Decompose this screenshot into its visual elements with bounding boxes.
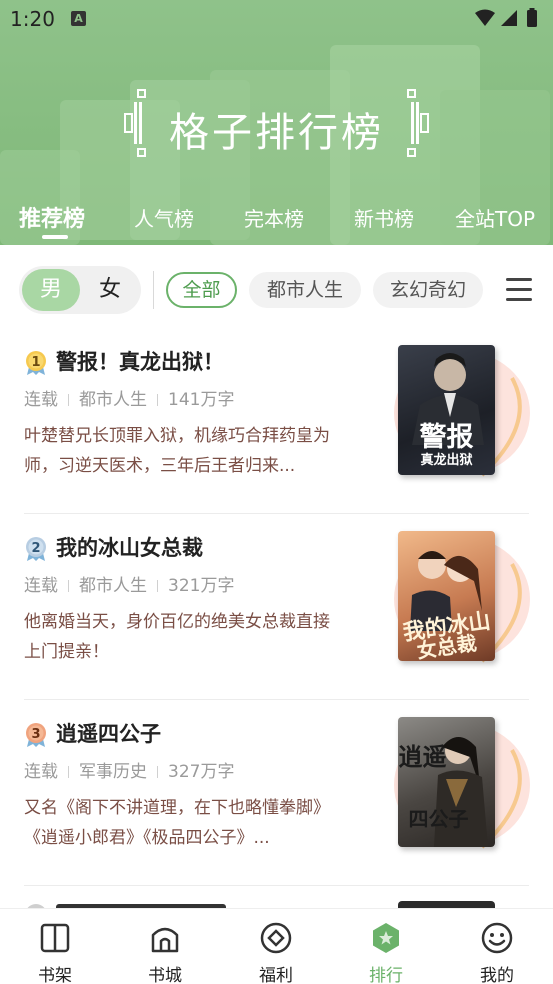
book-word-count: 321万字 (168, 576, 235, 596)
bookstore-icon (151, 927, 179, 953)
book-category: 都市人生 (79, 576, 147, 596)
book-meta: 连载 都市人生 321万字 (24, 571, 234, 596)
header-banner: 1:20 A 格子排行榜 推荐榜 人气榜 完本榜 新书榜 全站TOP (0, 0, 553, 245)
tab-recommended[interactable]: 推荐榜 (19, 201, 85, 233)
book-word-count: 141万字 (168, 390, 235, 410)
smiley-icon (481, 922, 513, 954)
svg-text:3: 3 (31, 727, 40, 742)
tab-popular[interactable]: 人气榜 (134, 203, 194, 232)
wifi-icon (475, 9, 495, 26)
filter-bar: 男 女 全部 都市人生 玄幻奇幻 (0, 245, 553, 335)
book-status: 连载 (24, 576, 58, 596)
book-status: 连载 (24, 762, 58, 782)
title-block: 格子排行榜 (0, 88, 553, 158)
book-title[interactable]: 我的冰山女总裁 (56, 532, 203, 562)
book-title[interactable]: 警报！真龙出狱！ (56, 346, 224, 376)
category-menu-icon[interactable] (506, 278, 532, 302)
nav-profile[interactable]: 我的 (442, 909, 552, 984)
list-divider (24, 885, 529, 886)
bottom-navigation: 书架 书城 福利 排行 我的 (0, 908, 553, 984)
tab-site-top[interactable]: 全站TOP (455, 203, 535, 232)
book-description: 他离婚当天，身价百亿的绝美女总裁直接上门提亲！ (24, 612, 330, 662)
ranking-tabs: 推荐榜 人气榜 完本榜 新书榜 全站TOP (0, 198, 553, 245)
status-bar: 1:20 A (0, 0, 553, 38)
nav-ranking[interactable]: 排行 (331, 909, 441, 984)
category-chip-urban[interactable]: 都市人生 (249, 272, 361, 308)
page-title: 格子排行榜 (169, 110, 384, 156)
category-chip-fantasy[interactable]: 玄幻奇幻 (373, 272, 483, 308)
filter-divider (153, 271, 154, 309)
svg-text:2: 2 (31, 541, 40, 556)
diamond-icon (260, 922, 292, 954)
tab-new-books[interactable]: 新书榜 (354, 203, 414, 232)
book-category: 都市人生 (79, 390, 147, 410)
book-list-item[interactable]: 3 逍遥四公子 连载 军事历史 327万字 又名《阁下不讲道理，在下也略懂拳脚》《逍… (0, 700, 553, 886)
book-word-count: 327万字 (168, 762, 235, 782)
book-description: 叶楚替兄长顶罪入狱，机缘巧合拜药皇为师，习逆天医术，三年后王者归来... (24, 426, 330, 476)
rank-2-medal-icon: 2 (26, 537, 46, 561)
book-list-item[interactable]: 2 我的冰山女总裁 连载 都市人生 321万字 他离婚当天，身价百亿的绝美女总裁直接… (0, 514, 553, 700)
book-cover[interactable]: 我的冰山 女总裁 (398, 531, 495, 661)
book-title[interactable]: 逍遥四公子 (56, 718, 161, 748)
status-icons (475, 8, 537, 27)
battery-icon (527, 10, 537, 27)
cover-subtitle: 真龙出狱 (420, 453, 473, 468)
book-category: 军事历史 (79, 762, 147, 782)
nav-rewards[interactable]: 福利 (221, 909, 331, 984)
nav-label: 书架 (38, 966, 72, 984)
cover-title: 逍遥 (398, 743, 447, 771)
book-description: 又名《阁下不讲道理，在下也略懂拳脚》《逍遥小郎君》《极品四公子》... (24, 798, 330, 848)
book-open-icon (40, 923, 70, 953)
nav-label: 我的 (480, 966, 514, 984)
rank-3-medal-icon: 3 (26, 723, 46, 747)
signal-icon (501, 10, 517, 26)
book-cover[interactable]: 逍遥 四公子 (398, 717, 495, 847)
gender-female-option[interactable]: 女 (82, 269, 138, 311)
book-meta: 连载 军事历史 327万字 (24, 757, 234, 782)
notification-a-icon: A (71, 11, 86, 26)
status-time: 1:20 (10, 7, 55, 31)
svg-text:1: 1 (31, 355, 40, 370)
nav-label: 书城 (148, 966, 182, 984)
book-list-item[interactable]: 1 警报！真龙出狱！ 连载 都市人生 141万字 叶楚替兄长顶罪入狱，机缘巧合拜药皇… (0, 328, 553, 514)
book-list-item-partial (0, 895, 553, 909)
nav-label: 排行 (369, 966, 403, 984)
ranking-star-icon (373, 923, 399, 953)
book-meta: 连载 都市人生 141万字 (24, 385, 234, 410)
nav-bookshelf[interactable]: 书架 (0, 909, 110, 984)
nav-label: 福利 (259, 966, 293, 984)
cover-subtitle: 四公子 (408, 807, 469, 831)
nav-bookstore[interactable]: 书城 (110, 909, 220, 984)
title-ornament-right-icon (407, 89, 429, 157)
active-tab-indicator (42, 235, 68, 239)
rank-1-medal-icon: 1 (26, 351, 46, 375)
category-chip-all[interactable]: 全部 (166, 272, 237, 308)
book-status: 连载 (24, 390, 58, 410)
book-cover[interactable]: 警报 真龙出狱 (398, 345, 495, 475)
tab-completed[interactable]: 完本榜 (244, 203, 304, 232)
gender-male-option[interactable]: 男 (22, 269, 80, 311)
gender-toggle[interactable]: 男 女 (19, 266, 141, 314)
